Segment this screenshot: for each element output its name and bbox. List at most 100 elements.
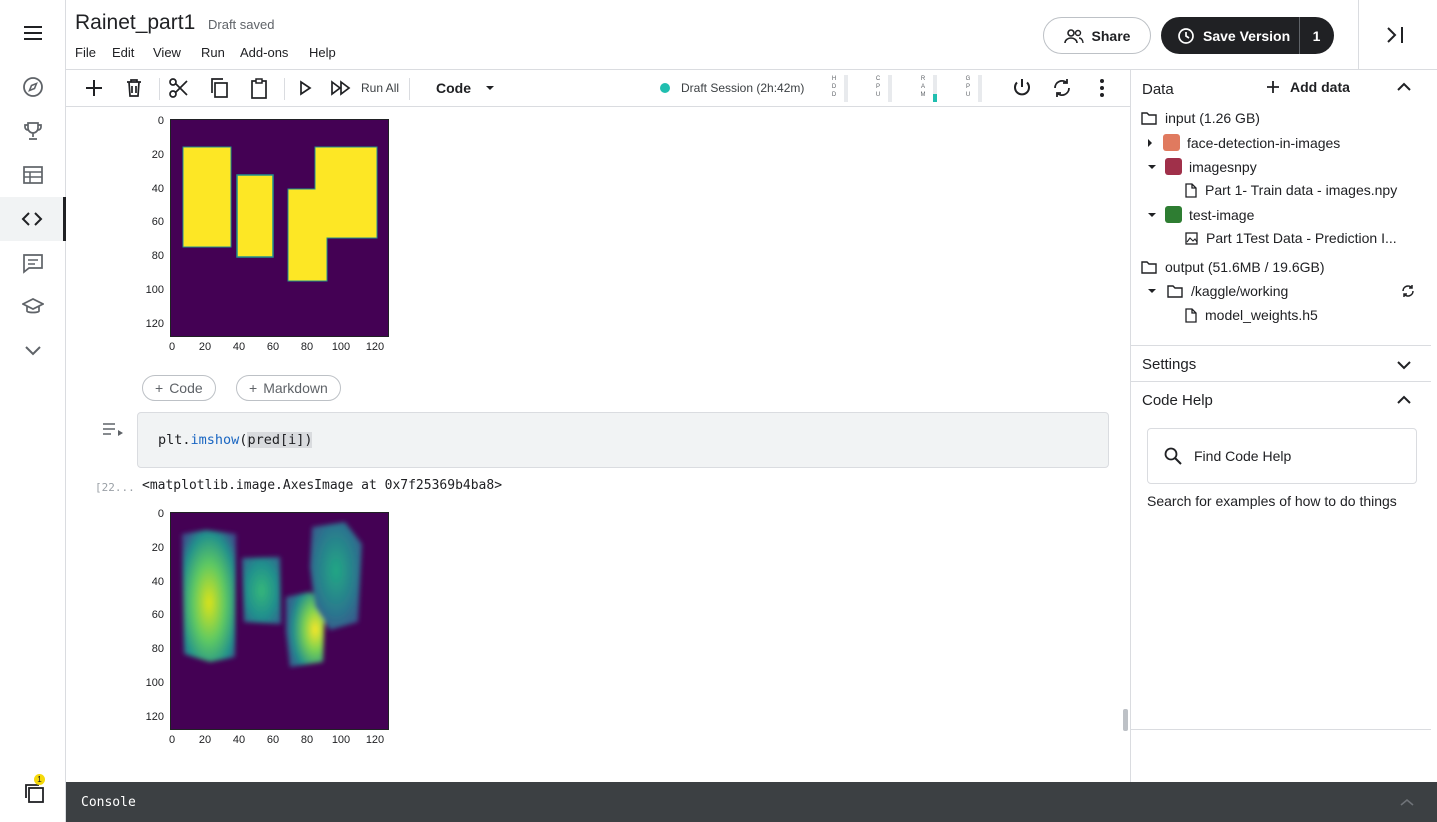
menu-edit[interactable]: Edit	[112, 45, 134, 60]
paste-icon[interactable]	[247, 76, 271, 100]
dataset-imagesnpy[interactable]: imagesnpy	[1147, 158, 1257, 175]
plus-icon: +	[249, 380, 258, 396]
chevron-up-icon[interactable]	[1397, 395, 1411, 405]
add-data-button[interactable]: Add data	[1266, 79, 1350, 95]
plot-frame	[170, 119, 389, 337]
share-label: Share	[1091, 27, 1131, 44]
settings-section-title[interactable]: Settings	[1142, 356, 1196, 373]
dataset-test-image[interactable]: test-image	[1147, 206, 1254, 223]
file-name: Part 1- Train data - images.npy	[1205, 182, 1398, 198]
plot-frame	[170, 512, 389, 730]
version-count[interactable]: 1	[1300, 28, 1333, 44]
dataset-thumbnail	[1165, 206, 1182, 223]
left-rail: 1	[0, 0, 66, 822]
caret-down-icon	[1147, 164, 1157, 170]
run-cell-icon[interactable]	[293, 76, 317, 100]
working-folder[interactable]: /kaggle/working	[1147, 283, 1288, 299]
comment-icon[interactable]	[0, 241, 66, 285]
dataset-name: face-detection-in-images	[1187, 134, 1341, 151]
find-code-help-label: Find Code Help	[1194, 448, 1292, 464]
run-all-button[interactable]: Run All	[361, 81, 399, 95]
run-cell-menu-icon[interactable]	[101, 421, 125, 439]
console-bar[interactable]: Console	[66, 782, 1437, 822]
header-divider	[1358, 0, 1359, 70]
y-tick: 60	[151, 609, 164, 621]
dataset-name: imagesnpy	[1189, 158, 1257, 175]
chevron-up-icon[interactable]	[1397, 82, 1411, 92]
add-markdown-cell-button[interactable]: + Markdown	[236, 375, 341, 401]
panel-scrollbar-track	[1431, 70, 1437, 782]
power-icon[interactable]	[1010, 76, 1034, 100]
cell-type-label: Code	[436, 80, 471, 96]
menu-help[interactable]: Help	[309, 45, 336, 60]
x-tick: 60	[266, 734, 280, 746]
code-help-section-title[interactable]: Code Help	[1142, 392, 1213, 409]
draft-status: Draft saved	[208, 17, 275, 32]
add-code-cell-button[interactable]: + Code	[142, 375, 216, 401]
cut-icon[interactable]	[167, 76, 191, 100]
compass-icon[interactable]	[0, 65, 66, 109]
plus-icon	[1266, 80, 1280, 94]
toolbar-separator	[159, 78, 160, 100]
run-all-icon[interactable]	[329, 76, 353, 100]
code-icon[interactable]	[0, 197, 66, 241]
code-cell[interactable]: plt.imshow(pred[i])	[137, 412, 1109, 468]
input-folder[interactable]: input (1.26 GB)	[1141, 110, 1260, 126]
save-version-button[interactable]: Save Version 1	[1161, 17, 1334, 54]
chevron-down-icon[interactable]	[1397, 360, 1411, 370]
folder-icon	[1141, 111, 1157, 125]
y-tick: 0	[157, 508, 164, 520]
section-divider	[1131, 729, 1432, 730]
delete-icon[interactable]	[122, 76, 146, 100]
right-panel: Data Add data input (1.26 GB) face-detec…	[1130, 70, 1432, 782]
trophy-icon[interactable]	[0, 109, 66, 153]
x-tick: 100	[331, 341, 351, 353]
copies-icon[interactable]	[22, 781, 46, 805]
output-folder[interactable]: output (51.6MB / 19.6GB)	[1141, 259, 1325, 275]
menu-run[interactable]: Run	[201, 45, 225, 60]
y-tick: 80	[151, 250, 164, 262]
history-icon	[1177, 27, 1195, 45]
notebook-title[interactable]: Rainet_part1	[75, 11, 195, 35]
copy-icon[interactable]	[207, 76, 231, 100]
menu-file[interactable]: File	[75, 45, 96, 60]
code-line[interactable]: plt.imshow(pred[i])	[158, 432, 313, 448]
notebook-toolbar: Run All Code Draft Session (2h:42m) HDD …	[66, 70, 1130, 107]
people-icon	[1063, 28, 1084, 44]
file-test-data[interactable]: Part 1Test Data - Prediction I...	[1185, 230, 1397, 246]
table-icon[interactable]	[0, 153, 66, 197]
plot-mask-image	[170, 119, 389, 337]
add-cell-icon[interactable]	[82, 76, 106, 100]
refresh-icon[interactable]	[1401, 284, 1415, 298]
restart-icon[interactable]	[1050, 76, 1074, 100]
dataset-face-detection[interactable]: face-detection-in-images	[1147, 134, 1340, 151]
section-divider	[1131, 381, 1432, 382]
x-tick: 80	[300, 341, 314, 353]
x-tick: 40	[232, 734, 246, 746]
menu-view[interactable]: View	[153, 45, 181, 60]
section-divider	[1131, 345, 1432, 346]
x-tick: 20	[198, 734, 212, 746]
notification-badge: 1	[34, 774, 45, 785]
share-button[interactable]: Share	[1043, 17, 1151, 54]
menu-addons[interactable]: Add-ons	[240, 45, 288, 60]
menu-icon[interactable]	[0, 11, 66, 55]
caret-down-icon	[485, 85, 495, 91]
session-label[interactable]: Draft Session (2h:42m)	[681, 81, 804, 95]
file-model-weights[interactable]: model_weights.h5	[1185, 307, 1318, 323]
chevron-up-icon[interactable]	[1400, 798, 1414, 807]
more-options-icon[interactable]	[1090, 76, 1114, 100]
file-train-data[interactable]: Part 1- Train data - images.npy	[1185, 182, 1397, 198]
console-label: Console	[81, 795, 136, 810]
cell-type-select[interactable]: Code	[436, 80, 495, 96]
find-code-help-button[interactable]: Find Code Help	[1147, 428, 1417, 484]
collapse-panel-icon[interactable]	[1384, 24, 1406, 46]
execution-count: [22...	[95, 481, 135, 494]
notebook-scrollbar[interactable]	[1123, 709, 1128, 731]
add-markdown-label: Markdown	[263, 380, 328, 396]
cell-output-text: <matplotlib.image.AxesImage at 0x7f25369…	[142, 478, 503, 493]
plus-icon: +	[155, 380, 164, 396]
school-icon[interactable]	[0, 285, 66, 329]
file-icon	[1185, 307, 1197, 323]
chevron-down-icon[interactable]	[0, 329, 66, 373]
